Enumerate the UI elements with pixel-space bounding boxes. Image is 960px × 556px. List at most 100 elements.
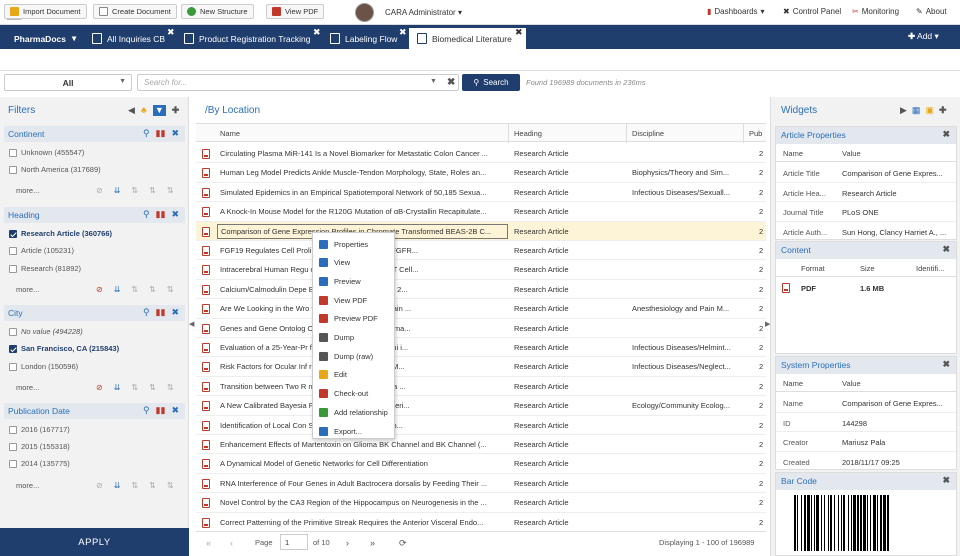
search-button[interactable]: ⚲ Search [462, 74, 520, 91]
table-row[interactable]: Genes and Gene Ontolog Obstruction and E… [196, 319, 766, 338]
column-divider[interactable] [626, 124, 627, 143]
close-icon[interactable]: ✖ [942, 359, 950, 370]
filter-section-continent[interactable]: Continent ⚲ ▮▮ ✖ [4, 126, 185, 142]
close-icon[interactable]: ✖ [171, 209, 179, 220]
context-menu-item[interactable]: View [313, 254, 396, 272]
filter-option[interactable]: 2016 (167717) [9, 425, 70, 434]
close-icon[interactable]: ✖ [313, 27, 321, 38]
reset-icon[interactable]: ⊘ [96, 481, 103, 490]
filter-section-heading[interactable]: Heading ⚲ ▮▮ ✖ [4, 207, 185, 223]
column-divider[interactable] [508, 124, 509, 143]
table-row[interactable]: Intracerebral Human Regu of CD4+CD25+FOX… [196, 260, 766, 280]
sort-alpha-desc-icon[interactable]: ⇅ [167, 285, 174, 294]
reset-icon[interactable]: ⊘ [96, 285, 103, 294]
expand-right-icon[interactable]: ▶ [900, 105, 907, 116]
search-icon[interactable]: ⚲ [143, 405, 150, 416]
table-row[interactable]: Novel Control by the CA3 Region of the H… [196, 493, 766, 513]
checkbox[interactable] [9, 362, 17, 371]
context-menu-item[interactable]: Export... [313, 422, 396, 440]
view-pdf-button[interactable]: View PDF [266, 4, 325, 19]
column-divider[interactable] [743, 124, 744, 143]
reset-icon[interactable]: ⊘ [96, 383, 103, 392]
table-row[interactable]: Identification of Local Con Structurally… [196, 416, 766, 435]
filter-option[interactable]: London (150596) [9, 362, 78, 371]
table-row[interactable]: A New Calibrated Bayesia Fit Method: Sam… [196, 396, 766, 416]
filter-icon[interactable]: ▼ [152, 105, 166, 116]
chart-icon[interactable]: ▮▮ [156, 307, 166, 318]
table-row[interactable]: RNA Interference of Four Genes in Adult … [196, 474, 766, 494]
more-link[interactable]: more... [16, 186, 39, 195]
apply-button[interactable]: APPLY [0, 528, 189, 556]
sort-alpha-desc-icon[interactable]: ⇅ [167, 186, 174, 195]
collapse-right-handle-icon[interactable]: ▶ [765, 320, 770, 328]
more-link[interactable]: more... [16, 383, 39, 392]
tab-all-inquiries[interactable]: All Inquiries CB ✖ [84, 27, 175, 49]
plus-icon[interactable]: ✚ [939, 105, 947, 116]
create-document-button[interactable]: Create Document [93, 4, 177, 19]
sort-desc-icon[interactable]: ⇊ [114, 186, 121, 195]
add-button[interactable]: ✚ Add ▾ [908, 31, 939, 42]
filter-section-publication-date[interactable]: Publication Date ⚲ ▮▮ ✖ [4, 403, 185, 419]
table-row[interactable]: Human Leg Model Predicts Ankle Muscle-Te… [196, 163, 766, 183]
sort-asc-icon[interactable]: ⇅ [131, 285, 138, 294]
sort-alpha-icon[interactable]: ⇅ [149, 481, 156, 490]
checkbox[interactable] [9, 344, 17, 353]
more-link[interactable]: more... [16, 481, 39, 490]
refresh-icon[interactable]: ⟳ [399, 538, 407, 549]
context-menu-item[interactable]: Edit [313, 366, 396, 384]
table-row[interactable]: Are We Looking in the Wro for Behavioura… [196, 299, 766, 319]
new-structure-button[interactable]: New Structure [181, 4, 254, 19]
filter-option[interactable]: San Francisco, CA (215843) [9, 344, 119, 353]
search-icon[interactable]: ⚲ [143, 307, 150, 318]
table-row[interactable]: Risk Factors for Ocular Inf rachomatis i… [196, 357, 766, 377]
collapse-left-handle-icon[interactable]: ◀ [189, 320, 195, 334]
table-row[interactable]: Simulated Epidemics in an Empirical Spat… [196, 183, 766, 203]
hierarchy-icon[interactable]: ♣ [141, 105, 147, 116]
tab-labeling-flow[interactable]: Labeling Flow ✖ [322, 27, 407, 49]
table-row[interactable]: Comparison of Gene Expression Profiles i… [196, 221, 766, 241]
table-row[interactable]: FGF19 Regulates Cell Proli ile Acid Meta… [196, 241, 766, 261]
checkbox[interactable] [9, 148, 17, 157]
close-icon[interactable]: ✖ [171, 128, 179, 139]
more-link[interactable]: more... [16, 285, 39, 294]
checkbox[interactable] [9, 264, 17, 273]
checkbox[interactable] [9, 165, 17, 174]
filter-option[interactable]: Research Article (360766) [9, 229, 112, 238]
checkbox[interactable] [9, 229, 17, 238]
next-page-icon[interactable]: › [346, 538, 349, 548]
chart-icon[interactable]: ▮▮ [156, 128, 166, 139]
chevron-down-icon[interactable]: ▼ [430, 78, 437, 85]
collapse-left-icon[interactable]: ◀ [128, 105, 135, 116]
plus-icon[interactable]: ✚ [172, 105, 180, 116]
close-icon[interactable]: ✖ [399, 27, 407, 38]
close-icon[interactable]: ✖ [171, 307, 179, 318]
search-input[interactable]: Search for... [137, 74, 459, 91]
context-menu-item[interactable]: Properties [313, 235, 396, 253]
context-menu-item[interactable]: Add relationship [313, 403, 396, 421]
table-row[interactable]: Transition between Two R nal Fluctuation… [196, 377, 766, 397]
column-header-name[interactable]: Name [220, 129, 240, 138]
chart-icon[interactable]: ▮▮ [156, 209, 166, 220]
last-page-icon[interactable]: » [370, 538, 375, 548]
clear-search-icon[interactable]: ✖ [447, 77, 455, 88]
dashboards-menu[interactable]: ▮ Dashboards ▾ [707, 7, 765, 16]
content-row[interactable]: PDF 1.6 MB [776, 278, 956, 298]
sort-desc-icon[interactable]: ⇊ [114, 285, 121, 294]
filter-option[interactable]: 2015 (155318) [9, 442, 70, 451]
close-icon[interactable]: ✖ [942, 475, 950, 486]
grid-icon[interactable]: ▦ [912, 105, 921, 116]
sort-alpha-icon[interactable]: ⇅ [149, 383, 156, 392]
column-header-pub[interactable]: Pub [749, 129, 762, 138]
filter-option[interactable]: Article (105231) [9, 246, 74, 255]
table-row[interactable]: Enhancement Effects of Martentoxin on Gl… [196, 435, 766, 455]
sort-asc-icon[interactable]: ⇅ [131, 186, 138, 195]
close-icon[interactable]: ✖ [167, 27, 175, 38]
image-icon[interactable]: ▣ [925, 105, 934, 116]
sort-desc-icon[interactable]: ⇊ [114, 383, 121, 392]
context-menu-item[interactable]: Dump (raw) [313, 347, 396, 365]
sort-alpha-icon[interactable]: ⇅ [149, 285, 156, 294]
column-header-discipline[interactable]: Discipline [632, 129, 664, 138]
checkbox[interactable] [9, 327, 17, 336]
user-menu[interactable]: CARA Administrator ▾ [385, 8, 462, 17]
prev-page-icon[interactable]: ‹ [230, 538, 233, 548]
